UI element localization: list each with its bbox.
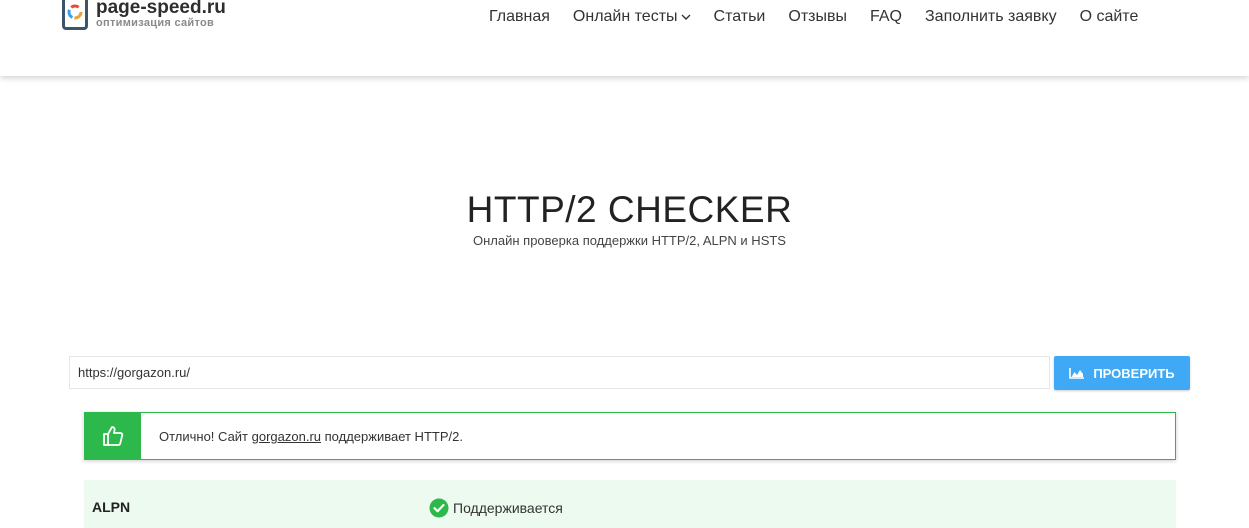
alert-icon-box bbox=[85, 413, 141, 459]
alert-message: Отлично! Сайт gorgazon.ru поддерживает H… bbox=[159, 429, 463, 444]
chart-icon bbox=[1069, 368, 1085, 379]
site-logo[interactable]: page-speed.ru оптимизация сайтов bbox=[62, 0, 226, 30]
check-circle-icon bbox=[429, 498, 449, 518]
check-button-label: ПРОВЕРИТЬ bbox=[1093, 365, 1175, 381]
result-value-text: Поддерживается bbox=[453, 500, 563, 516]
result-value: Поддерживается bbox=[429, 498, 563, 518]
nav-item-online-tests[interactable]: Онлайн тесты bbox=[573, 8, 691, 26]
nav-label: Отзывы bbox=[788, 8, 847, 25]
nav-item-reviews[interactable]: Отзывы bbox=[788, 8, 847, 26]
nav-label: Главная bbox=[489, 8, 550, 25]
site-header: page-speed.ru оптимизация сайтов Главная… bbox=[0, 0, 1249, 76]
success-alert: Отлично! Сайт gorgazon.ru поддерживает H… bbox=[84, 412, 1176, 460]
alert-domain-link[interactable]: gorgazon.ru bbox=[252, 429, 321, 444]
logo-icon bbox=[62, 0, 88, 30]
page-title: HTTP/2 CHECKER bbox=[466, 188, 793, 230]
page-subtitle: Онлайн проверка поддержки HTTP/2, ALPN и… bbox=[473, 233, 786, 248]
nav-label: Заполнить заявку bbox=[925, 8, 1057, 25]
alert-prefix: Отлично! Сайт bbox=[159, 429, 252, 444]
nav-item-faq[interactable]: FAQ bbox=[870, 8, 902, 26]
logo-name: page-speed.ru bbox=[96, 0, 226, 18]
logo-tagline: оптимизация сайтов bbox=[96, 17, 215, 29]
nav-label: Онлайн тесты bbox=[572, 8, 678, 25]
nav-item-request[interactable]: Заполнить заявку bbox=[925, 8, 1057, 26]
nav-label: Статьи bbox=[713, 8, 766, 25]
check-button[interactable]: ПРОВЕРИТЬ bbox=[1054, 356, 1190, 390]
nav-item-home[interactable]: Главная bbox=[489, 8, 550, 26]
alert-suffix: поддерживает HTTP/2. bbox=[321, 429, 463, 444]
nav-label: FAQ bbox=[869, 8, 902, 25]
result-row-alpn: ALPN Поддерживается bbox=[84, 480, 1176, 528]
nav-label: О сайте bbox=[1079, 8, 1139, 25]
url-input[interactable] bbox=[69, 356, 1050, 389]
nav-item-articles[interactable]: Статьи bbox=[714, 8, 766, 26]
main-nav: Главная Онлайн тесты Статьи Отзывы FAQ З… bbox=[489, 8, 1161, 26]
chevron-down-icon bbox=[681, 14, 691, 20]
thumbs-up-icon bbox=[103, 426, 124, 446]
result-label: ALPN bbox=[92, 499, 131, 515]
nav-item-about[interactable]: О сайте bbox=[1080, 8, 1139, 26]
